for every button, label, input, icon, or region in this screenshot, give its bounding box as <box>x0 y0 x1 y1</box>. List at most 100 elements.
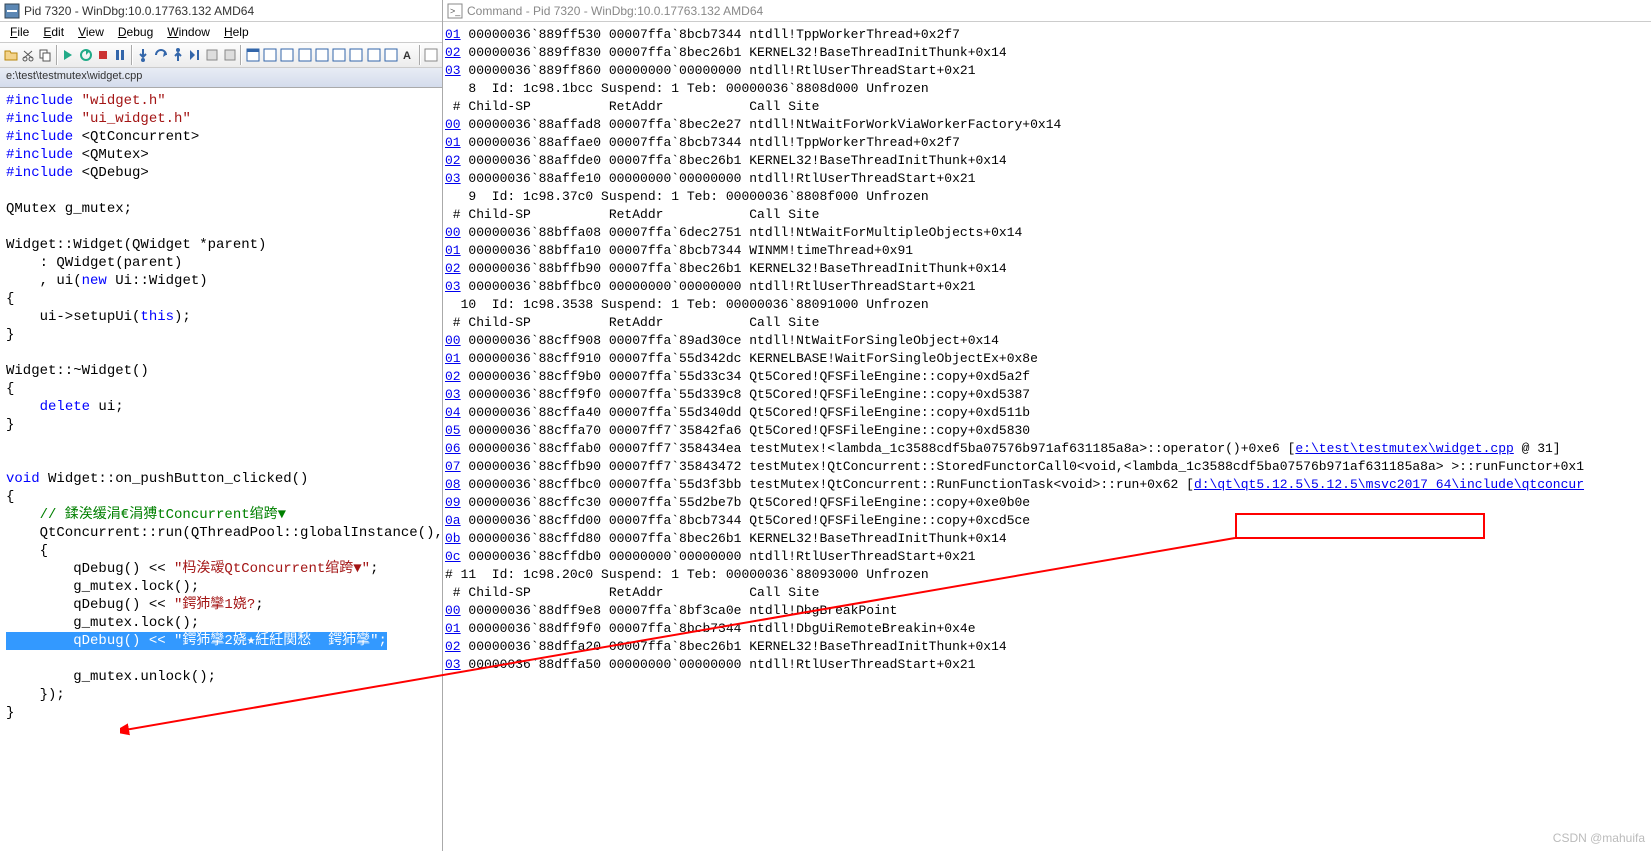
command-line: 04 00000036`88cffa40 00007ffa`55d340dd Q… <box>445 404 1649 422</box>
command-line: 02 00000036`88cff9b0 00007ffa`55d33c34 Q… <box>445 368 1649 386</box>
tool-restart-icon[interactable] <box>77 44 94 66</box>
tool-window-icon[interactable] <box>262 44 279 66</box>
frame-link[interactable]: 00 <box>445 225 461 240</box>
frame-link[interactable]: 09 <box>445 495 461 510</box>
tool-break-icon[interactable] <box>112 44 129 66</box>
tool-stepout-icon[interactable] <box>169 44 186 66</box>
frame-link[interactable]: 0b <box>445 531 461 546</box>
tool-options-icon[interactable] <box>423 44 440 66</box>
command-line: 01 00000036`88cff910 00007ffa`55d342dc K… <box>445 350 1649 368</box>
frame-link[interactable]: 00 <box>445 117 461 132</box>
command-line: 10 Id: 1c98.3538 Suspend: 1 Teb: 0000003… <box>445 296 1649 314</box>
menu-view[interactable]: View <box>72 23 110 41</box>
command-line: 8 Id: 1c98.1bcc Suspend: 1 Teb: 00000036… <box>445 80 1649 98</box>
frame-link[interactable]: 03 <box>445 63 461 78</box>
command-icon: >_ <box>447 3 463 19</box>
main-title: Pid 7320 - WinDbg:10.0.17763.132 AMD64 <box>24 4 254 18</box>
frame-link[interactable]: 03 <box>445 171 461 186</box>
tool-window-icon[interactable] <box>365 44 382 66</box>
app-icon <box>4 3 20 19</box>
source-code[interactable]: #include "widget.h" #include "ui_widget.… <box>0 88 442 851</box>
main-title-bar: Pid 7320 - WinDbg:10.0.17763.132 AMD64 <box>0 0 442 22</box>
source-link[interactable]: e:\test\testmutex\widget.cpp <box>1295 441 1513 456</box>
frame-link[interactable]: 0c <box>445 549 461 564</box>
frame-link[interactable]: 02 <box>445 45 461 60</box>
tool-window-icon[interactable] <box>382 44 399 66</box>
command-line: 0a 00000036`88cffd00 00007ffa`8bcb7344 Q… <box>445 512 1649 530</box>
tool-go-icon[interactable] <box>60 44 77 66</box>
frame-link[interactable]: 01 <box>445 351 461 366</box>
command-line: 02 00000036`889ff830 00007ffa`8bec26b1 K… <box>445 44 1649 62</box>
tool-copy-icon[interactable] <box>37 44 54 66</box>
frame-link[interactable]: 01 <box>445 243 461 258</box>
command-line: 02 00000036`88affde0 00007ffa`8bec26b1 K… <box>445 152 1649 170</box>
menu-debug[interactable]: Debug <box>112 23 159 41</box>
frame-link[interactable]: 08 <box>445 477 461 492</box>
tool-stop-icon[interactable] <box>94 44 111 66</box>
command-line: 03 00000036`88cff9f0 00007ffa`55d339c8 Q… <box>445 386 1649 404</box>
frame-link[interactable]: 06 <box>445 441 461 456</box>
command-line: 00 00000036`88bffa08 00007ffa`6dec2751 n… <box>445 224 1649 242</box>
tool-window-icon[interactable] <box>331 44 348 66</box>
tool-window-icon[interactable] <box>279 44 296 66</box>
frame-link[interactable]: 01 <box>445 621 461 636</box>
command-line: # Child-SP RetAddr Call Site <box>445 98 1649 116</box>
frame-link[interactable]: 01 <box>445 135 461 150</box>
command-line: 05 00000036`88cffa70 00007ff7`35842fa6 Q… <box>445 422 1649 440</box>
command-line: 03 00000036`889ff860 00000000`00000000 n… <box>445 62 1649 80</box>
tool-stepinto-icon[interactable] <box>135 44 152 66</box>
menu-window[interactable]: Window <box>161 23 216 41</box>
menu-bar: File Edit View Debug Window Help <box>0 22 442 42</box>
tool-sep <box>240 45 242 65</box>
menu-help[interactable]: Help <box>218 23 255 41</box>
command-line: 01 00000036`88dff9f0 00007ffa`8bcb7344 n… <box>445 620 1649 638</box>
command-line: # Child-SP RetAddr Call Site <box>445 584 1649 602</box>
tool-window-icon[interactable] <box>348 44 365 66</box>
menu-edit[interactable]: Edit <box>37 23 70 41</box>
tool-window-icon[interactable] <box>313 44 330 66</box>
frame-link[interactable]: 07 <box>445 459 461 474</box>
source-link[interactable]: d:\qt\qt5.12.5\5.12.5\msvc2017_64\includ… <box>1194 477 1584 492</box>
source-panel: Pid 7320 - WinDbg:10.0.17763.132 AMD64 F… <box>0 0 443 851</box>
tool-font-icon[interactable]: A <box>400 44 417 66</box>
command-line: 08 00000036`88cffbc0 00007ffa`55d3f3bb t… <box>445 476 1649 494</box>
tool-cut-icon[interactable] <box>19 44 36 66</box>
frame-link[interactable]: 0a <box>445 513 461 528</box>
tool-stepover-icon[interactable] <box>152 44 169 66</box>
frame-link[interactable]: 03 <box>445 657 461 672</box>
command-title-bar: >_ Command - Pid 7320 - WinDbg:10.0.1776… <box>443 0 1651 22</box>
command-line: 01 00000036`889ff530 00007ffa`8bcb7344 n… <box>445 26 1649 44</box>
tool-window-icon[interactable] <box>244 44 261 66</box>
frame-link[interactable]: 00 <box>445 333 461 348</box>
command-line: 00 00000036`88dff9e8 00007ffa`8bf3ca0e n… <box>445 602 1649 620</box>
command-line: 07 00000036`88cffb90 00007ff7`35843472 t… <box>445 458 1649 476</box>
frame-link[interactable]: 03 <box>445 387 461 402</box>
command-line: 0b 00000036`88cffd80 00007ffa`8bec26b1 K… <box>445 530 1649 548</box>
frame-link[interactable]: 01 <box>445 27 461 42</box>
tool-open-icon[interactable] <box>2 44 19 66</box>
watermark: CSDN @mahuifa <box>1553 831 1645 845</box>
frame-link[interactable]: 02 <box>445 153 461 168</box>
command-line: 03 00000036`88dffa50 00000000`00000000 n… <box>445 656 1649 674</box>
frame-link[interactable]: 02 <box>445 639 461 654</box>
frame-link[interactable]: 00 <box>445 603 461 618</box>
tool-sep <box>131 45 133 65</box>
command-line: 01 00000036`88bffa10 00007ffa`8bcb7344 W… <box>445 242 1649 260</box>
tool-window-icon[interactable] <box>296 44 313 66</box>
frame-link[interactable]: 02 <box>445 261 461 276</box>
frame-link[interactable]: 04 <box>445 405 461 420</box>
command-panel: >_ Command - Pid 7320 - WinDbg:10.0.1776… <box>443 0 1651 851</box>
tool-runto-icon[interactable] <box>187 44 204 66</box>
tool-btn-icon[interactable] <box>221 44 238 66</box>
svg-text:A: A <box>403 50 411 62</box>
command-line: 03 00000036`88bffbc0 00000000`00000000 n… <box>445 278 1649 296</box>
frame-link[interactable]: 03 <box>445 279 461 294</box>
tool-sep <box>419 45 421 65</box>
command-title: Command - Pid 7320 - WinDbg:10.0.17763.1… <box>467 4 763 18</box>
frame-link[interactable]: 02 <box>445 369 461 384</box>
command-output[interactable]: 01 00000036`889ff530 00007ffa`8bcb7344 n… <box>443 22 1651 851</box>
frame-link[interactable]: 05 <box>445 423 461 438</box>
menu-file[interactable]: File <box>4 23 35 41</box>
tool-btn-icon[interactable] <box>204 44 221 66</box>
command-line: # 11 Id: 1c98.20c0 Suspend: 1 Teb: 00000… <box>445 566 1649 584</box>
